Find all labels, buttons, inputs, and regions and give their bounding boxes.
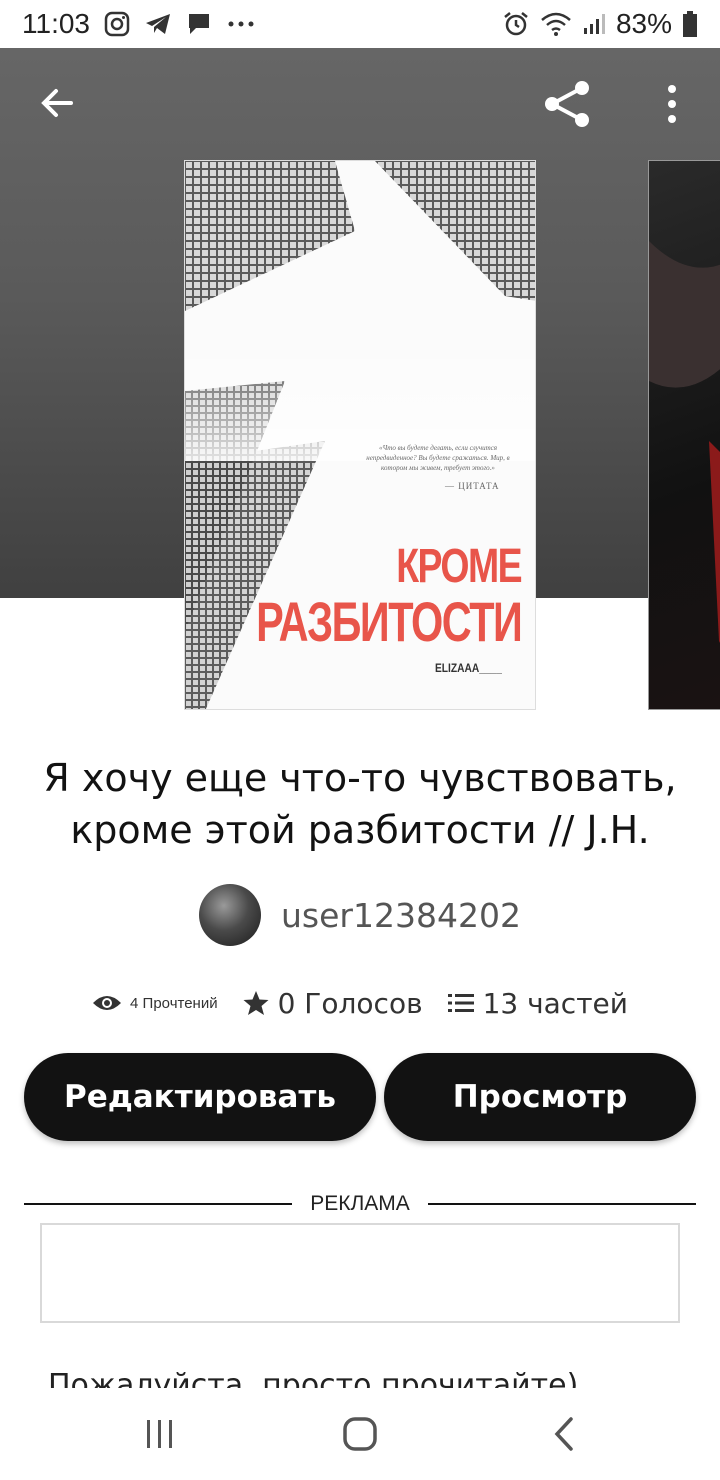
signal-icon [582,12,606,36]
telegram-icon [144,12,172,36]
battery-icon [682,10,698,38]
toolbar [0,48,720,160]
share-button[interactable] [540,76,596,132]
home-button[interactable] [330,1406,390,1462]
cover-title-line2: РАЗБИТОСТИ [255,590,523,653]
instagram-icon [104,11,130,37]
more-options-button[interactable] [650,76,694,132]
book-cover[interactable]: «Что вы будете делать, если случится неп… [184,160,536,710]
ad-divider-left [24,1203,292,1205]
home-icon [343,1417,377,1451]
parts-count: 13 частей [482,986,628,1020]
next-cover-art [649,241,720,643]
cover-quote-attribution: — ЦИТАТА [445,481,500,491]
list-icon [447,994,474,1012]
back-icon [554,1417,573,1451]
edit-button[interactable]: Редактировать [24,1053,376,1141]
cover-author: ELIZAAA____ [435,661,502,675]
ad-slot[interactable] [40,1223,680,1323]
system-nav-bar [0,1388,720,1480]
author-row[interactable]: user12384202 [0,884,720,946]
more-vertical-icon [668,85,676,123]
parts-stat: 13 частей [447,987,628,1020]
recent-apps-button[interactable] [130,1406,190,1462]
wifi-icon [540,11,572,37]
author-name[interactable]: user12384202 [281,896,521,935]
story-stats: 4 Прочтений 0 Голосов 13 частей [0,980,720,1026]
status-bar: 11:03 83% [0,0,720,48]
ad-divider-right [428,1203,696,1205]
cover-title-line1: КРОМЕ [396,540,522,593]
recent-apps-icon [147,1420,172,1448]
story-description: Пожалуйста, просто прочитайте) [48,1368,579,1388]
cover-quote: «Что вы будете делать, если случится неп… [366,444,510,472]
back-button[interactable] [32,78,82,128]
star-icon [243,991,269,1015]
system-back-button[interactable] [534,1406,594,1462]
avatar[interactable] [199,884,262,946]
votes-count: 0 Голосов [277,986,423,1020]
battery-percent: 83% [615,8,672,39]
more-notifications-icon [226,19,256,29]
eye-icon [93,996,122,1010]
arrow-left-icon [41,89,73,117]
reads-count: 4 Прочтений [130,994,218,1012]
view-button[interactable]: Просмотр [384,1053,696,1141]
ad-label: РЕКЛАМА [310,1192,410,1215]
story-title: Я хочу еще что-то чувствовать, кроме это… [43,756,677,852]
next-book-cover[interactable] [648,160,720,710]
share-icon [545,81,589,127]
clock: 11:03 [22,8,90,39]
message-icon [186,11,212,37]
alarm-icon [502,10,530,38]
reads-stat: 4 Прочтений [92,993,218,1013]
votes-stat: 0 Голосов [242,987,423,1020]
